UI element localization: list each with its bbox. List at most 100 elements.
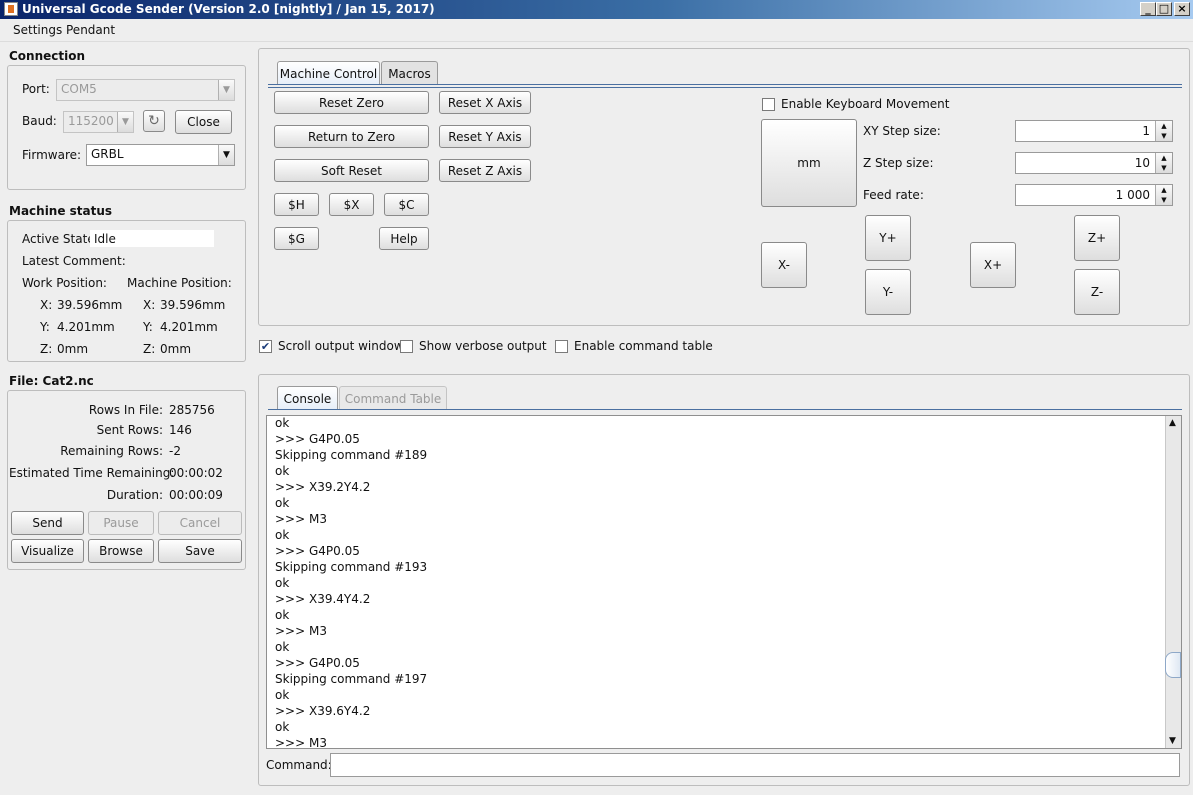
menu-bar: Settings Pendant [0,19,1193,42]
spinner-down-icon[interactable]: ▼ [1156,131,1172,141]
home-button[interactable]: $H [274,193,319,216]
visualize-button[interactable]: Visualize [11,539,84,563]
soft-reset-button[interactable]: Soft Reset [274,159,429,182]
tab-macros[interactable]: Macros [381,61,438,85]
console-line: ok [275,528,290,542]
unlock-button[interactable]: $X [329,193,374,216]
scroll-up-icon[interactable]: ▲ [1169,418,1176,428]
port-select[interactable]: COM5 ▼ [56,79,235,101]
command-label: Command: [266,758,332,772]
work-y-label: Y: [40,320,50,334]
chevron-down-icon: ▼ [117,112,133,132]
spinner-down-icon[interactable]: ▼ [1156,195,1172,205]
check-mode-button[interactable]: $C [384,193,429,216]
tab-divider [268,84,1182,85]
remaining-rows-label: Remaining Rows: [60,444,163,458]
enable-keyboard-checkbox[interactable] [762,98,775,111]
console-line: Skipping command #189 [275,448,428,462]
command-table-checkbox[interactable] [555,340,568,353]
save-button[interactable]: Save [158,539,242,563]
jog-x-minus-button[interactable]: X- [761,242,807,288]
cancel-button[interactable]: Cancel [158,511,242,535]
spinner-up-icon[interactable]: ▲ [1156,185,1172,195]
machine-y-label: Y: [143,320,153,334]
jog-y-plus-button[interactable]: Y+ [865,215,911,261]
console-line: >>> G4P0.05 [275,432,360,446]
jog-y-minus-button[interactable]: Y- [865,269,911,315]
enable-keyboard-label: Enable Keyboard Movement [781,97,950,111]
machine-position-label: Machine Position: [127,276,232,290]
maximize-icon[interactable]: □ [1156,2,1172,16]
gcode-state-button[interactable]: $G [274,227,319,250]
tab-console[interactable]: Console [277,386,338,410]
scroll-output-checkbox[interactable]: ✔ [259,340,272,353]
console-scrollbar[interactable]: ▲ ▼ [1165,416,1181,748]
units-toggle-button[interactable]: mm [761,119,857,207]
work-z-value: 0mm [57,342,89,356]
jog-x-plus-button[interactable]: X+ [970,242,1016,288]
remaining-rows-value: -2 [169,444,181,458]
command-input[interactable] [330,753,1180,777]
machine-x-label: X: [143,298,156,312]
machine-y-value: 4.201mm [160,320,218,334]
reset-y-axis-button[interactable]: Reset Y Axis [439,125,531,148]
send-button[interactable]: Send [11,511,84,535]
console-output[interactable]: ok >>> G4P0.05 Skipping command #189 ok >>> … [266,415,1182,749]
console-line: ok [275,688,290,702]
menu-pendant[interactable]: Pendant [66,23,115,37]
jog-z-minus-button[interactable]: Z- [1074,269,1120,315]
spinner-up-icon[interactable]: ▲ [1156,153,1172,163]
console-line: ok [275,720,290,734]
console-line: ok [275,608,290,622]
scroll-down-icon[interactable]: ▼ [1169,736,1176,746]
pause-button[interactable]: Pause [88,511,154,535]
feed-rate-spinner[interactable]: 1 000 ▲ ▼ [1015,184,1173,206]
help-button[interactable]: Help [379,227,429,250]
window-title: Universal Gcode Sender (Version 2.0 [nig… [22,2,435,16]
z-step-spinner[interactable]: 10 ▲ ▼ [1015,152,1173,174]
z-step-label: Z Step size: [863,156,934,170]
feed-rate-label: Feed rate: [863,188,924,202]
xy-step-label: XY Step size: [863,124,941,138]
latest-comment-label: Latest Comment: [22,254,126,268]
chevron-down-icon: ▼ [218,145,234,165]
return-to-zero-button[interactable]: Return to Zero [274,125,429,148]
refresh-ports-button[interactable]: ↻ [143,110,165,132]
tab-command-table[interactable]: Command Table [339,386,447,410]
xy-step-spinner[interactable]: 1 ▲ ▼ [1015,120,1173,142]
est-time-value: 00:00:02 [169,466,223,480]
chevron-down-icon: ▼ [218,80,234,100]
duration-value: 00:00:09 [169,488,223,502]
baud-select[interactable]: 115200 ▼ [63,111,134,133]
work-z-label: Z: [40,342,53,356]
scroll-output-label: Scroll output window [278,339,404,353]
file-title: File: Cat2.nc [9,374,94,388]
scroll-thumb[interactable] [1165,652,1181,678]
menu-settings[interactable]: Settings [13,23,62,37]
spinner-down-icon[interactable]: ▼ [1156,163,1172,173]
firmware-select[interactable]: GRBL ▼ [86,144,235,166]
sent-rows-label: Sent Rows: [96,423,163,437]
command-table-label: Enable command table [574,339,713,353]
jog-z-plus-button[interactable]: Z+ [1074,215,1120,261]
spinner-up-icon[interactable]: ▲ [1156,121,1172,131]
rows-in-file-value: 285756 [169,403,215,417]
browse-button[interactable]: Browse [88,539,154,563]
title-bar: Universal Gcode Sender (Version 2.0 [nig… [0,0,1193,19]
console-line: ok [275,640,290,654]
verbose-output-checkbox[interactable] [400,340,413,353]
close-icon[interactable]: × [1174,2,1190,16]
minimize-icon[interactable]: _ [1140,2,1156,16]
tab-machine-control[interactable]: Machine Control [277,61,380,85]
close-connection-button[interactable]: Close [175,110,232,134]
console-line: Skipping command #193 [275,560,428,574]
console-line: ok [275,464,290,478]
console-line: Skipping command #197 [275,672,428,686]
reset-z-axis-button[interactable]: Reset Z Axis [439,159,531,182]
reset-x-axis-button[interactable]: Reset X Axis [439,91,531,114]
machine-status-title: Machine status [9,204,113,218]
console-tab-divider [268,409,1182,410]
reset-zero-button[interactable]: Reset Zero [274,91,429,114]
console-line: >>> M3 [275,512,327,526]
sent-rows-value: 146 [169,423,192,437]
